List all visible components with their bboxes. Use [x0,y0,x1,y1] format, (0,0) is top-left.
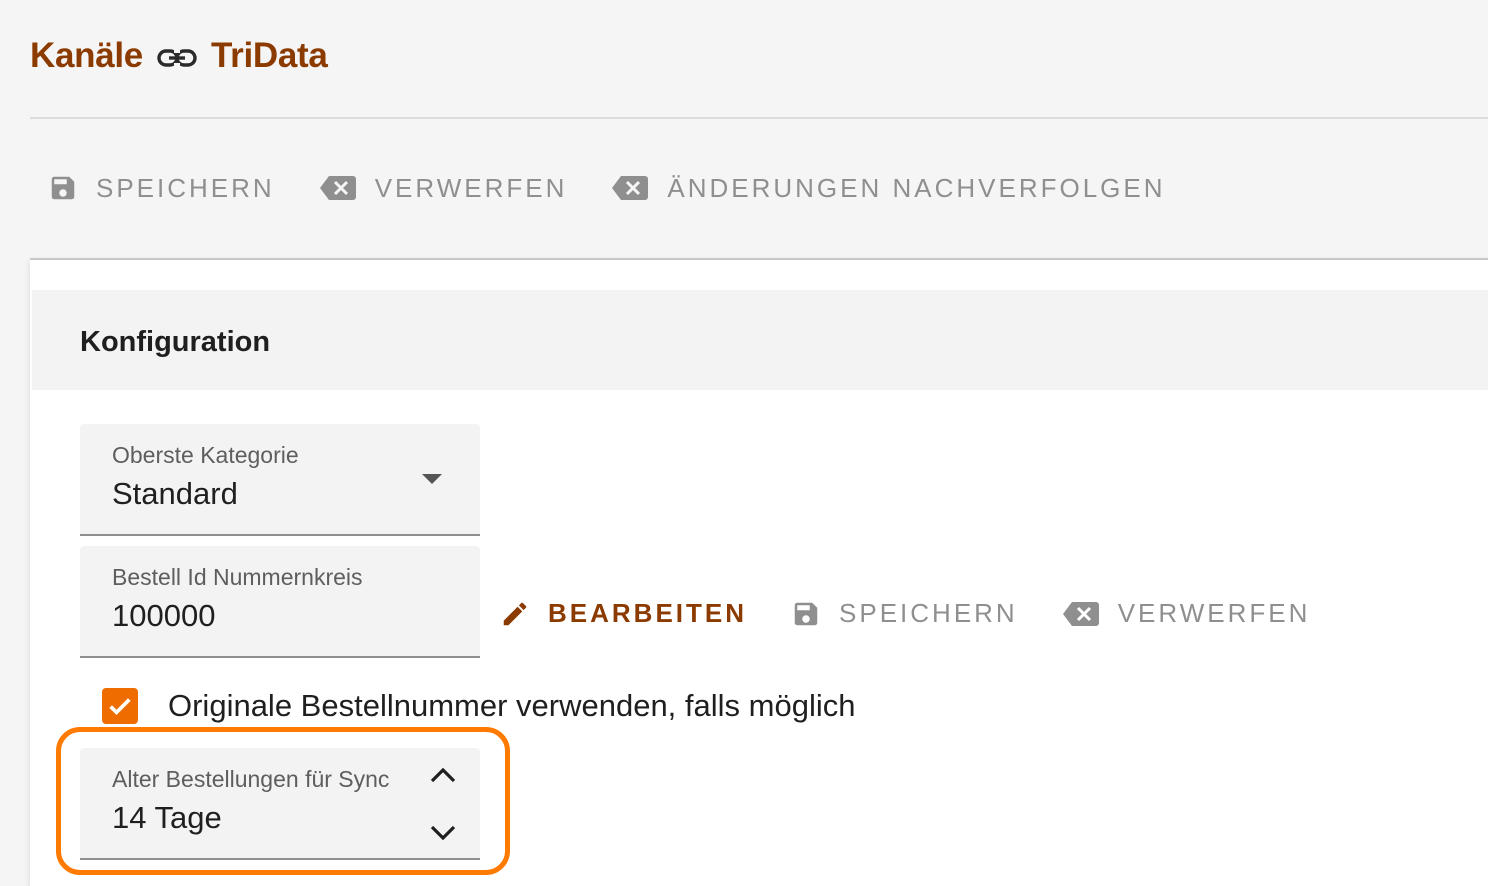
order-age-sync-value: 14 Tage [112,800,222,835]
check-icon [109,698,131,716]
chevron-down-icon [430,825,456,841]
inline-save-button-label: SPEICHERN [839,598,1018,628]
breadcrumb-channel: TriData [210,36,328,75]
inline-discard-button[interactable]: VERWERFEN [1062,598,1311,629]
save-icon [51,176,75,200]
card-title: Konfiguration [80,326,271,358]
save-button-label: SPEICHERN [96,172,275,203]
inline-save-button[interactable]: SPEICHERN [791,598,1018,629]
top-category-label: Oberste Kategorie [112,442,299,468]
breadcrumb: Kanäle TriData [30,36,328,76]
track-changes-button-label: ÄNDERUNGEN NACHVERFOLGEN [667,172,1166,203]
edit-button-label: BEARBEITEN [548,598,748,628]
backspace-icon [319,176,356,200]
dropdown-caret-icon [422,474,442,484]
backspace-icon [612,176,649,200]
save-icon [794,602,818,625]
top-category-value: Standard [112,476,238,511]
toolbar: SPEICHERN VERWERFEN ÄNDERUNGEN NACHVERFO… [48,168,1210,208]
track-changes-button[interactable]: ÄNDERUNGEN NACHVERFOLGEN [611,173,1165,204]
breadcrumb-section[interactable]: Kanäle [30,36,143,76]
configuration-card: Konfiguration Oberste Kategorie Standard… [30,258,1488,886]
pencil-icon [503,602,527,625]
chevron-up-icon [430,767,456,783]
use-original-order-number-label[interactable]: Originale Bestellnummer verwenden, falls… [168,688,855,724]
order-id-range-field[interactable]: Bestell Id Nummernkreis 100000 [80,546,480,658]
order-age-sync-field[interactable]: Alter Bestellungen für Sync 14 Tage [80,748,480,860]
link-icon [157,46,197,70]
card-header: Konfiguration [32,290,1488,390]
order-age-sync-label: Alter Bestellungen für Sync [112,766,390,792]
save-button[interactable]: SPEICHERN [48,173,275,204]
order-id-range-value: 100000 [112,598,216,633]
backspace-icon [1062,601,1099,626]
discard-button-label: VERWERFEN [374,172,568,203]
inline-discard-button-label: VERWERFEN [1117,598,1311,628]
top-category-select[interactable]: Oberste Kategorie Standard [80,424,480,536]
header-divider [30,117,1488,119]
use-original-order-number-row: Originale Bestellnummer verwenden, falls… [102,688,855,724]
increment-button[interactable] [428,760,458,790]
decrement-button[interactable] [428,818,458,848]
use-original-order-number-checkbox[interactable] [102,688,138,724]
order-id-range-actions: BEARBEITEN SPEICHERN VERWERFEN [500,598,1354,629]
order-id-range-label: Bestell Id Nummernkreis [112,564,363,590]
edit-button[interactable]: BEARBEITEN [500,598,747,629]
discard-button[interactable]: VERWERFEN [319,173,568,204]
